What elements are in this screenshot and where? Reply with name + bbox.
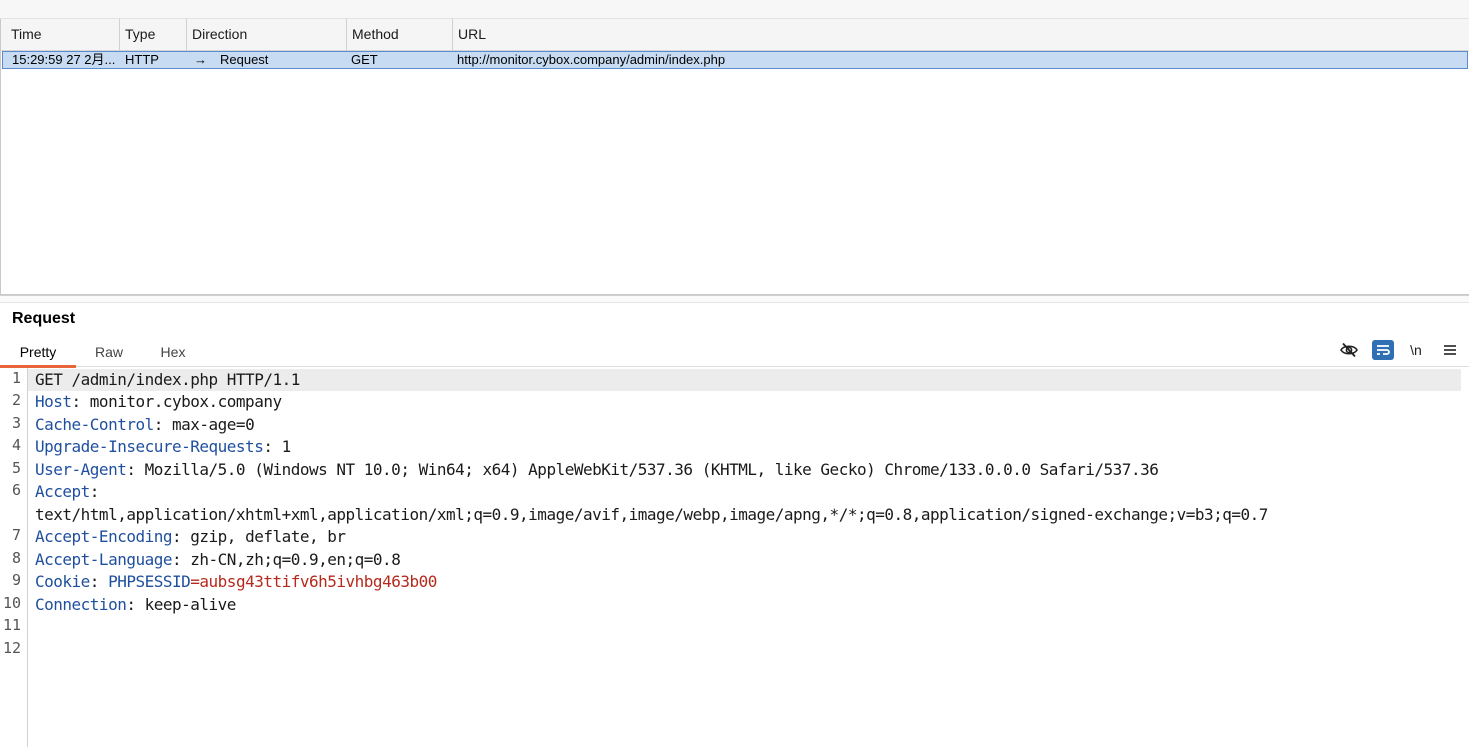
header-line: Upgrade-Insecure-Requests: 1	[35, 437, 291, 456]
header-line-continuation: text/html,application/xhtml+xml,applicat…	[35, 505, 1268, 524]
line-number: 9	[11, 571, 21, 589]
header-line: Cache-Control: max-age=0	[35, 415, 255, 434]
menu-icon[interactable]	[1439, 340, 1461, 360]
split-pane-divider[interactable]	[0, 295, 1469, 303]
line-number: 8	[11, 549, 21, 567]
table-row[interactable]: 15:29:59 27 2月... HTTP → Request GET htt…	[2, 51, 1468, 69]
tab-hex[interactable]: Hex	[150, 340, 196, 365]
line-number: 3	[11, 414, 21, 432]
line-number: 7	[11, 526, 21, 544]
column-header-method[interactable]: Method	[347, 19, 453, 50]
line-number: 12	[2, 639, 21, 657]
row-type: HTTP	[125, 52, 159, 67]
row-time: 15:29:59 27 2月...	[12, 52, 116, 67]
history-table: Time Type Direction Method URL 15:29:59 …	[0, 19, 1469, 295]
tab-pretty[interactable]: Pretty	[0, 340, 76, 368]
row-url: http://monitor.cybox.company/admin/index…	[457, 52, 726, 67]
header-line: User-Agent: Mozilla/5.0 (Windows NT 10.0…	[35, 460, 1159, 479]
row-method: GET	[351, 52, 378, 67]
message-tabs: Pretty Raw Hex	[0, 340, 1469, 368]
line-number: 1	[11, 369, 21, 387]
column-header-url[interactable]: URL	[453, 19, 1467, 50]
line-number: 5	[11, 459, 21, 477]
header-line: Connection: keep-alive	[35, 595, 236, 614]
line-number: 10	[2, 594, 21, 612]
column-header-type[interactable]: Type	[120, 19, 187, 50]
header-line: Accept-Encoding: gzip, deflate, br	[35, 527, 346, 546]
request-editor[interactable]: 1 GET /admin/index.php HTTP/1.1 2 Host: …	[0, 368, 1469, 747]
line-number: 11	[2, 616, 21, 634]
header-line: Accept:	[35, 482, 99, 501]
row-direction: Request	[220, 52, 269, 67]
column-header-direction[interactable]: Direction	[187, 19, 347, 50]
request-line: GET /admin/index.php HTTP/1.1	[35, 370, 300, 389]
header-line: Accept-Language: zh-CN,zh;q=0.9,en;q=0.8	[35, 550, 401, 569]
tab-raw[interactable]: Raw	[84, 340, 134, 365]
cookie-line: Cookie: PHPSESSID=aubsg43ttifv6h5ivhbg46…	[35, 572, 437, 591]
header-line: Host: monitor.cybox.company	[35, 392, 282, 411]
panel-title: Request	[12, 310, 76, 327]
line-number: 2	[11, 391, 21, 409]
top-strip	[0, 0, 1469, 19]
newline-toggle[interactable]: \n	[1405, 340, 1427, 360]
column-header-time[interactable]: Time	[6, 19, 120, 50]
line-number: 6	[11, 481, 21, 499]
table-header: Time Type Direction Method URL	[1, 19, 1469, 51]
wrap-icon[interactable]	[1372, 340, 1394, 360]
right-arrow-icon: →	[194, 52, 207, 67]
line-number: 4	[11, 436, 21, 454]
eye-off-icon[interactable]	[1338, 340, 1360, 360]
